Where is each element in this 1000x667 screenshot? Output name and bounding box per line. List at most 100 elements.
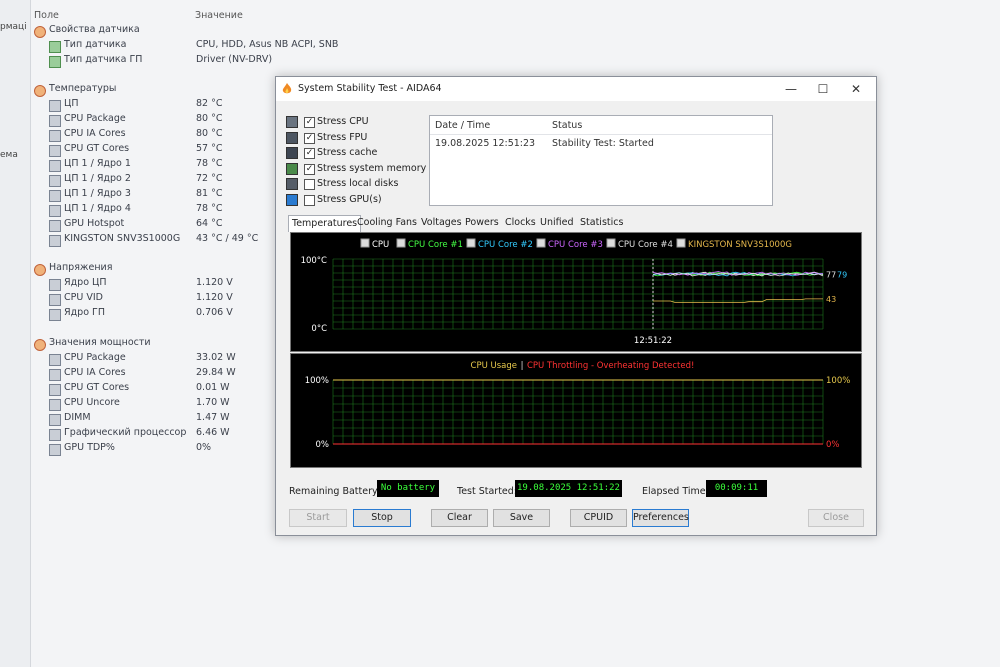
legend-checkbox <box>466 238 476 248</box>
sensor-row[interactable]: CPU GT Cores 0.01 W <box>30 382 290 397</box>
sensor-row[interactable]: ЦП 82 °C <box>30 98 290 113</box>
sensor-row[interactable]: CPU VID 1.120 V <box>30 292 290 307</box>
stress-option[interactable]: ✓ Stress cache <box>286 146 416 161</box>
sensor-group-header[interactable]: Напряжения <box>30 262 290 277</box>
sensor-label: ЦП 1 / Ядро 3 <box>64 188 131 199</box>
stress-option[interactable]: Stress GPU(s) <box>286 193 416 208</box>
sensor-value: 64 °C <box>196 218 223 229</box>
header-status[interactable]: Status <box>552 120 582 131</box>
sensor-value: 78 °C <box>196 158 223 169</box>
sensor-icon <box>49 100 61 112</box>
sensor-row[interactable]: Графический процессор 6.46 W <box>30 427 290 442</box>
sensor-row[interactable]: CPU Package 80 °C <box>30 113 290 128</box>
tab-voltages[interactable]: Voltages <box>418 215 465 230</box>
battery-label: Remaining Battery: <box>289 486 381 497</box>
title-separator: | <box>521 361 524 371</box>
sensor-group-header[interactable]: Свойства датчика <box>30 24 290 39</box>
sensor-icon <box>49 414 61 426</box>
tab-temperatures[interactable]: Temperatures <box>288 215 362 232</box>
sensor-row[interactable]: CPU IA Cores 29.84 W <box>30 367 290 382</box>
tab-statistics[interactable]: Statistics <box>577 215 626 230</box>
sensor-row[interactable]: CPU GT Cores 57 °C <box>30 143 290 158</box>
status-row-date: 19.08.2025 12:51:23 <box>435 138 536 149</box>
stress-checkbox[interactable]: ✓ <box>304 132 315 144</box>
start-button[interactable]: Start <box>289 509 347 527</box>
sensor-row[interactable]: Ядро ЦП 1.120 V <box>30 277 290 292</box>
right-value-high-2: 79 <box>837 270 847 279</box>
legend-label: CPU Core #3 <box>548 240 603 250</box>
sensor-icon <box>49 399 61 411</box>
sensor-row[interactable]: DIMM 1.47 W <box>30 412 290 427</box>
stress-checkbox[interactable]: ✓ <box>304 148 315 160</box>
sensor-row[interactable]: CPU Package 33.02 W <box>30 352 290 367</box>
save-button[interactable]: Save <box>493 509 550 527</box>
sensor-row[interactable]: ЦП 1 / Ядро 1 78 °C <box>30 158 290 173</box>
stress-checkbox[interactable] <box>304 179 315 191</box>
sensor-row[interactable]: ЦП 1 / Ядро 2 72 °C <box>30 173 290 188</box>
sensor-row[interactable]: Ядро ГП 0.706 V <box>30 307 290 322</box>
sensor-row[interactable]: Тип датчика CPU, HDD, Asus NB ACPI, SNB <box>30 39 338 54</box>
sensor-row[interactable]: ЦП 1 / Ядро 3 81 °C <box>30 188 290 203</box>
sensor-icon <box>49 444 61 456</box>
aida64-flame-icon <box>282 83 292 94</box>
x-marker-label: 12:51:22 <box>634 336 672 346</box>
sensor-row[interactable]: CPU IA Cores 80 °C <box>30 128 290 143</box>
close-window-button[interactable]: ✕ <box>839 77 873 101</box>
column-header-value[interactable]: Значение <box>195 10 243 21</box>
sensor-group-header[interactable]: Температуры <box>30 83 290 98</box>
stress-checkbox[interactable]: ✓ <box>304 117 315 128</box>
legend-checkbox <box>606 238 616 248</box>
tab-clocks[interactable]: Clocks <box>502 215 539 230</box>
sensor-value: 0% <box>196 442 212 453</box>
sensor-row[interactable]: ЦП 1 / Ядро 4 78 °C <box>30 203 290 218</box>
sensor-icon <box>49 309 61 321</box>
tab-unified[interactable]: Unified <box>537 215 576 230</box>
battery-value: No battery <box>377 480 439 497</box>
sensor-row[interactable]: Тип датчика ГП Driver (NV-DRV) <box>30 54 290 69</box>
clear-button[interactable]: Clear <box>431 509 488 527</box>
minimize-button[interactable]: — <box>774 77 808 101</box>
close-button[interactable]: Close <box>808 509 864 527</box>
sensor-group-icon <box>34 264 46 276</box>
right-value-high: 77 <box>826 270 836 279</box>
sensor-label: Тип датчика <box>64 39 127 50</box>
tab-cooling-fans[interactable]: Cooling Fans <box>354 215 420 230</box>
stress-option[interactable]: Stress local disks <box>286 177 416 192</box>
sensor-label: GPU Hotspot <box>64 218 125 229</box>
stress-option[interactable]: ✓ Stress FPU <box>286 131 416 146</box>
maximize-button[interactable]: ☐ <box>806 77 840 101</box>
sensor-group-header[interactable]: Значения мощности <box>30 337 290 352</box>
stress-option-label: Stress local disks <box>317 178 399 190</box>
stress-checkbox[interactable] <box>304 195 315 206</box>
sensor-label: Ядро ГП <box>64 307 105 318</box>
sensor-row[interactable]: CPU Uncore 1.70 W <box>30 397 290 412</box>
y-left-bottom-label: 0% <box>316 440 330 450</box>
sensor-value: 29.84 W <box>196 367 236 378</box>
memory-icon <box>286 162 298 175</box>
stress-option[interactable]: ✓ Stress system memory <box>286 162 426 177</box>
sensor-icon <box>49 294 61 306</box>
sensor-label: CPU IA Cores <box>64 367 126 378</box>
elapsed-time-value: 00:09:11 <box>706 480 767 497</box>
fpu-icon <box>286 131 298 144</box>
sensor-row[interactable]: KINGSTON SNV3S1000G 43 °C / 49 °C <box>30 233 290 248</box>
sensor-row[interactable]: GPU Hotspot 64 °C <box>30 218 290 233</box>
preferences-button[interactable]: Preferences <box>632 509 689 527</box>
sensor-label: ЦП <box>64 98 79 109</box>
tab-powers[interactable]: Powers <box>462 215 502 230</box>
chart-background <box>291 233 861 351</box>
sensor-row[interactable]: GPU TDP% 0% <box>30 442 290 457</box>
column-header-field[interactable]: Поле <box>34 10 59 21</box>
header-date-time[interactable]: Date / Time <box>435 120 490 131</box>
stress-option[interactable]: ✓ Stress CPU <box>286 115 416 130</box>
left-panel-strip: рмаці ема <box>0 0 31 667</box>
right-value-low: 43 <box>826 295 836 304</box>
cpuid-button[interactable]: CPUID <box>570 509 627 527</box>
stress-checkbox[interactable]: ✓ <box>304 163 315 175</box>
sensor-label: CPU GT Cores <box>64 143 130 154</box>
sensor-value: 57 °C <box>196 143 223 154</box>
window-titlebar[interactable]: System Stability Test - AIDA64 — ☐ ✕ <box>276 77 876 101</box>
sensor-label: GPU TDP% <box>64 442 115 453</box>
sensor-icon <box>49 56 61 68</box>
stop-button[interactable]: Stop <box>353 509 411 527</box>
